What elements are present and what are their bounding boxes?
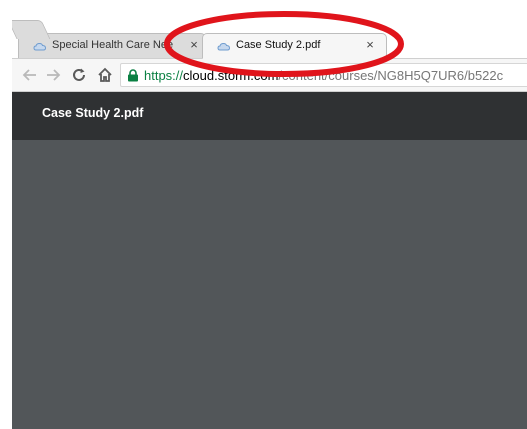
forward-arrow-icon[interactable]: [43, 65, 63, 85]
tab-close-icon[interactable]: ×: [363, 38, 377, 52]
lock-icon: [128, 69, 138, 82]
viewer-header: Case Study 2.pdf: [12, 92, 527, 140]
browser-toolbar: https://cloud.storm.com/content/courses/…: [12, 58, 527, 92]
tab-case-study[interactable]: Case Study 2.pdf ×: [202, 33, 387, 59]
tab-title: Special Health Care Nee: [52, 39, 174, 51]
home-icon[interactable]: [95, 65, 115, 85]
url-scheme: https://: [144, 68, 184, 83]
new-tab-icon[interactable]: [12, 20, 51, 39]
browser-window: Special Health Care Nee × Case Study 2.p…: [12, 20, 527, 429]
page-title: Case Study 2.pdf: [42, 106, 144, 120]
pdf-viewer-area[interactable]: [12, 140, 527, 429]
address-bar[interactable]: https://cloud.storm.com/content/courses/…: [120, 63, 527, 87]
cloud-icon: [33, 42, 47, 51]
url-text: https://cloud.storm.com/content/courses/…: [144, 68, 503, 83]
url-host: cloud.storm.com: [183, 68, 279, 83]
cloud-icon: [217, 42, 231, 51]
tab-strip: Special Health Care Nee × Case Study 2.p…: [12, 20, 527, 60]
url-path: /content/courses/NG8H5Q7UR6/b522c: [278, 68, 504, 83]
tab-title: Case Study 2.pdf: [236, 39, 321, 51]
reload-icon[interactable]: [69, 65, 89, 85]
tab-close-icon[interactable]: ×: [187, 38, 201, 52]
back-arrow-icon[interactable]: [20, 65, 40, 85]
